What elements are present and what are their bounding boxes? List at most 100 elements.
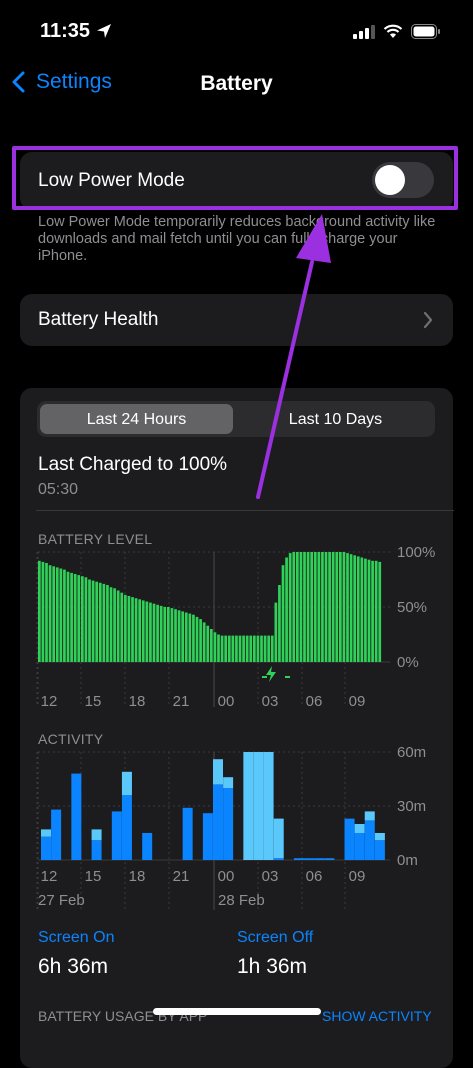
battery-bar [138,599,142,662]
activity-bar-screen-on [314,858,325,860]
battery-bar [55,567,59,662]
battery-bar [84,577,88,662]
activity-bar-screen-on [41,836,51,860]
activity-bar-screen-on [121,795,132,860]
activity-bar-screen-on [51,809,62,860]
battery-bar [224,635,228,662]
battery-bar [181,611,185,662]
battery-bar [313,552,317,662]
activity-x-tick: 03 [262,868,279,885]
battery-bar [170,608,174,662]
activity-bar-screen-on [213,784,223,860]
activity-y-tick: 60m [397,744,426,761]
battery-bar [156,604,159,662]
battery-y-tick: 100% [397,544,435,561]
battery-bar [195,616,199,662]
activity-bar-screen-on [273,858,284,860]
battery-bar [52,566,56,662]
activity-bar-screen-on [304,858,315,860]
battery-bar [124,594,127,662]
battery-bar [331,552,335,662]
screen-on-label: Screen On [38,929,115,946]
battery-bar [238,635,242,662]
battery-bar [217,634,220,662]
battery-x-tick: 15 [85,693,102,710]
battery-bar [81,576,84,662]
activity-bar-screen-on [324,858,335,860]
charging-bolt-icon [266,666,276,682]
activity-x-tick: 12 [41,868,58,885]
activity-bar-screen-on [202,813,213,860]
battery-bar [106,585,109,662]
battery-bar [48,565,52,662]
battery-bar [249,635,253,662]
battery-bar [267,635,271,662]
activity-bar-screen-off [273,818,284,859]
battery-bar [231,635,235,662]
battery-bar [356,556,360,662]
activity-bar-screen-on [344,818,355,860]
battery-bar [353,555,357,662]
battery-bar [296,552,299,662]
battery-bar [109,587,113,662]
charging-dash [285,676,290,678]
battery-bar [199,619,202,662]
battery-y-tick: 50% [397,599,427,616]
battery-bar [91,580,95,662]
battery-bar [77,575,81,662]
battery-bar [177,610,181,662]
battery-bar [335,552,339,662]
battery-x-tick: 06 [306,693,323,710]
battery-bar [256,635,260,662]
activity-bar-screen-off [374,833,385,841]
battery-bar [263,635,267,662]
battery-bar [98,582,102,662]
battery-bar [202,622,206,662]
battery-bar [174,609,177,662]
battery-bar [299,552,303,662]
battery-bar [227,635,231,662]
battery-bar [317,552,321,662]
activity-x-tick: 21 [173,868,190,885]
activity-bar-screen-off [263,752,274,860]
activity-x-tick: 00 [218,868,235,885]
show-activity-button[interactable]: SHOW ACTIVITY [322,1008,432,1024]
battery-bar [292,552,296,662]
home-indicator[interactable] [153,1008,321,1015]
battery-bar [235,635,238,662]
activity-bar-screen-on [354,833,365,860]
battery-bar [281,565,285,662]
battery-bar [70,572,73,662]
battery-bar [288,553,292,662]
activity-bar-screen-off [91,829,102,841]
battery-bar [134,598,138,662]
activity-bar-screen-on [142,833,153,860]
battery-bar [192,614,195,662]
screen-off-value: 1h 36m [237,955,308,978]
battery-bar [253,635,256,662]
battery-bar [306,552,310,662]
battery-bar [242,635,245,662]
battery-bar [159,605,163,662]
charts-svg: 100% 50% 0% 12 15 18 21 00 03 06 09 60m 30m 0m 12 15 18 2… [36,544,435,910]
battery-bar [167,607,170,662]
activity-date-label: 28 Feb [218,892,265,909]
battery-bar [113,588,116,662]
battery-bar [274,602,278,662]
battery-bar [120,592,124,662]
activity-bar-screen-off [121,771,132,796]
battery-bar [324,552,328,662]
battery-bar [188,613,192,662]
battery-bar [63,569,66,662]
activity-bar-screen-on [364,820,375,860]
battery-x-tick: 12 [41,693,58,710]
activity-bar-screen-on [111,811,122,860]
activity-bar-screen-off [41,829,51,837]
activity-y-tick: 0m [397,852,418,869]
battery-bar [41,561,45,662]
activity-bar-screen-on [293,858,304,860]
battery-bar [131,597,134,662]
battery-bar [328,552,331,662]
battery-bar [220,635,224,662]
battery-bar [260,635,263,662]
